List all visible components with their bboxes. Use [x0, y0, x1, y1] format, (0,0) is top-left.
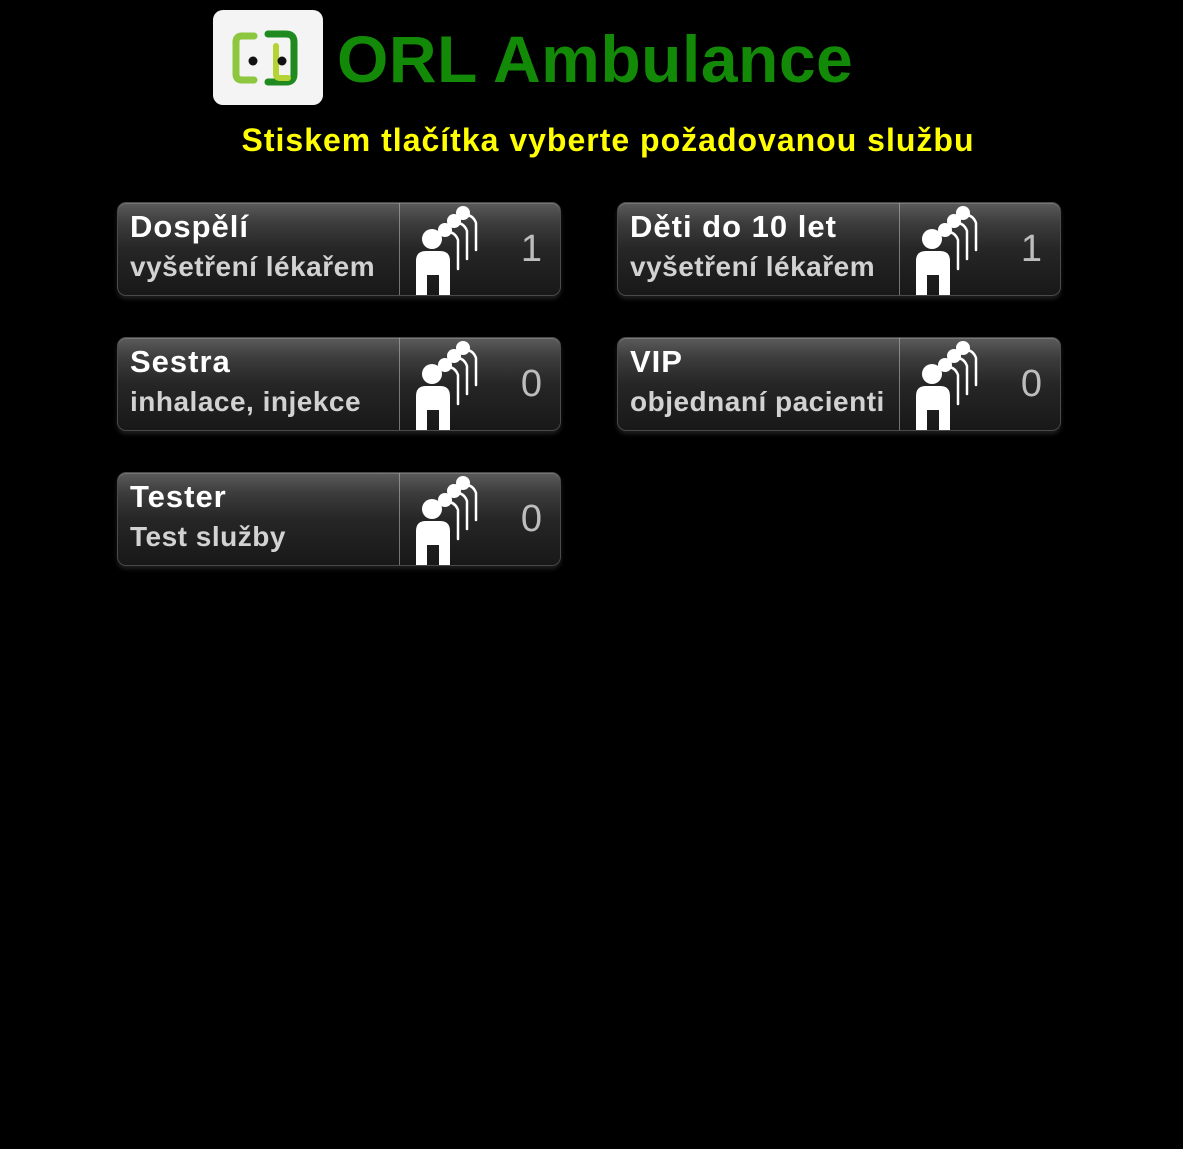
divider	[399, 203, 400, 295]
service-button-sestra[interactable]: Sestra inhalace, injekce 0	[117, 337, 561, 431]
service-name: Sestra	[130, 344, 231, 379]
divider	[899, 203, 900, 295]
clinic-logo-icon	[213, 10, 323, 105]
queue-people-icon	[416, 341, 478, 430]
service-text: Děti do 10 let vyšetření lékařem	[630, 209, 900, 283]
service-description: objednaní pacienti	[630, 386, 885, 417]
queue-count: 1	[1020, 228, 1042, 270]
queue-people-icon	[916, 341, 978, 430]
divider	[399, 473, 400, 565]
service-description: vyšetření lékařem	[630, 251, 876, 282]
kiosk-page: ORL Ambulance Stiskem tlačítka vyberte p…	[0, 0, 1183, 1149]
service-text: Sestra inhalace, injekce	[130, 344, 400, 418]
app-title: ORL Ambulance	[337, 21, 854, 96]
service-name: VIP	[630, 344, 683, 379]
service-text: Tester Test služby	[130, 479, 400, 553]
queue-people-icon	[916, 206, 978, 295]
queue-count: 0	[520, 498, 542, 540]
queue-count: 1	[520, 228, 542, 270]
service-description: vyšetření lékařem	[130, 251, 376, 282]
divider	[899, 338, 900, 430]
service-name: Dospělí	[130, 209, 249, 244]
queue-people-icon	[416, 476, 478, 565]
divider	[399, 338, 400, 430]
service-description: Test služby	[130, 521, 286, 552]
service-description: inhalace, injekce	[130, 386, 362, 417]
queue-people-icon	[416, 206, 478, 295]
service-button-tester[interactable]: Tester Test služby 0	[117, 472, 561, 566]
queue-count: 0	[1020, 363, 1042, 405]
service-button-vip[interactable]: VIP objednaní pacienti 0	[617, 337, 1061, 431]
service-text: VIP objednaní pacienti	[630, 344, 900, 418]
queue-count: 0	[520, 363, 542, 405]
service-name: Tester	[130, 479, 227, 514]
header: ORL Ambulance	[213, 10, 853, 105]
service-button-dospeli[interactable]: Dospělí vyšetření lékařem 1	[117, 202, 561, 296]
service-button-deti[interactable]: Děti do 10 let vyšetření lékařem 1	[617, 202, 1061, 296]
service-name: Děti do 10 let	[630, 209, 837, 244]
service-text: Dospělí vyšetření lékařem	[130, 209, 400, 283]
instruction-text: Stiskem tlačítka vyberte požadovanou slu…	[241, 122, 975, 158]
